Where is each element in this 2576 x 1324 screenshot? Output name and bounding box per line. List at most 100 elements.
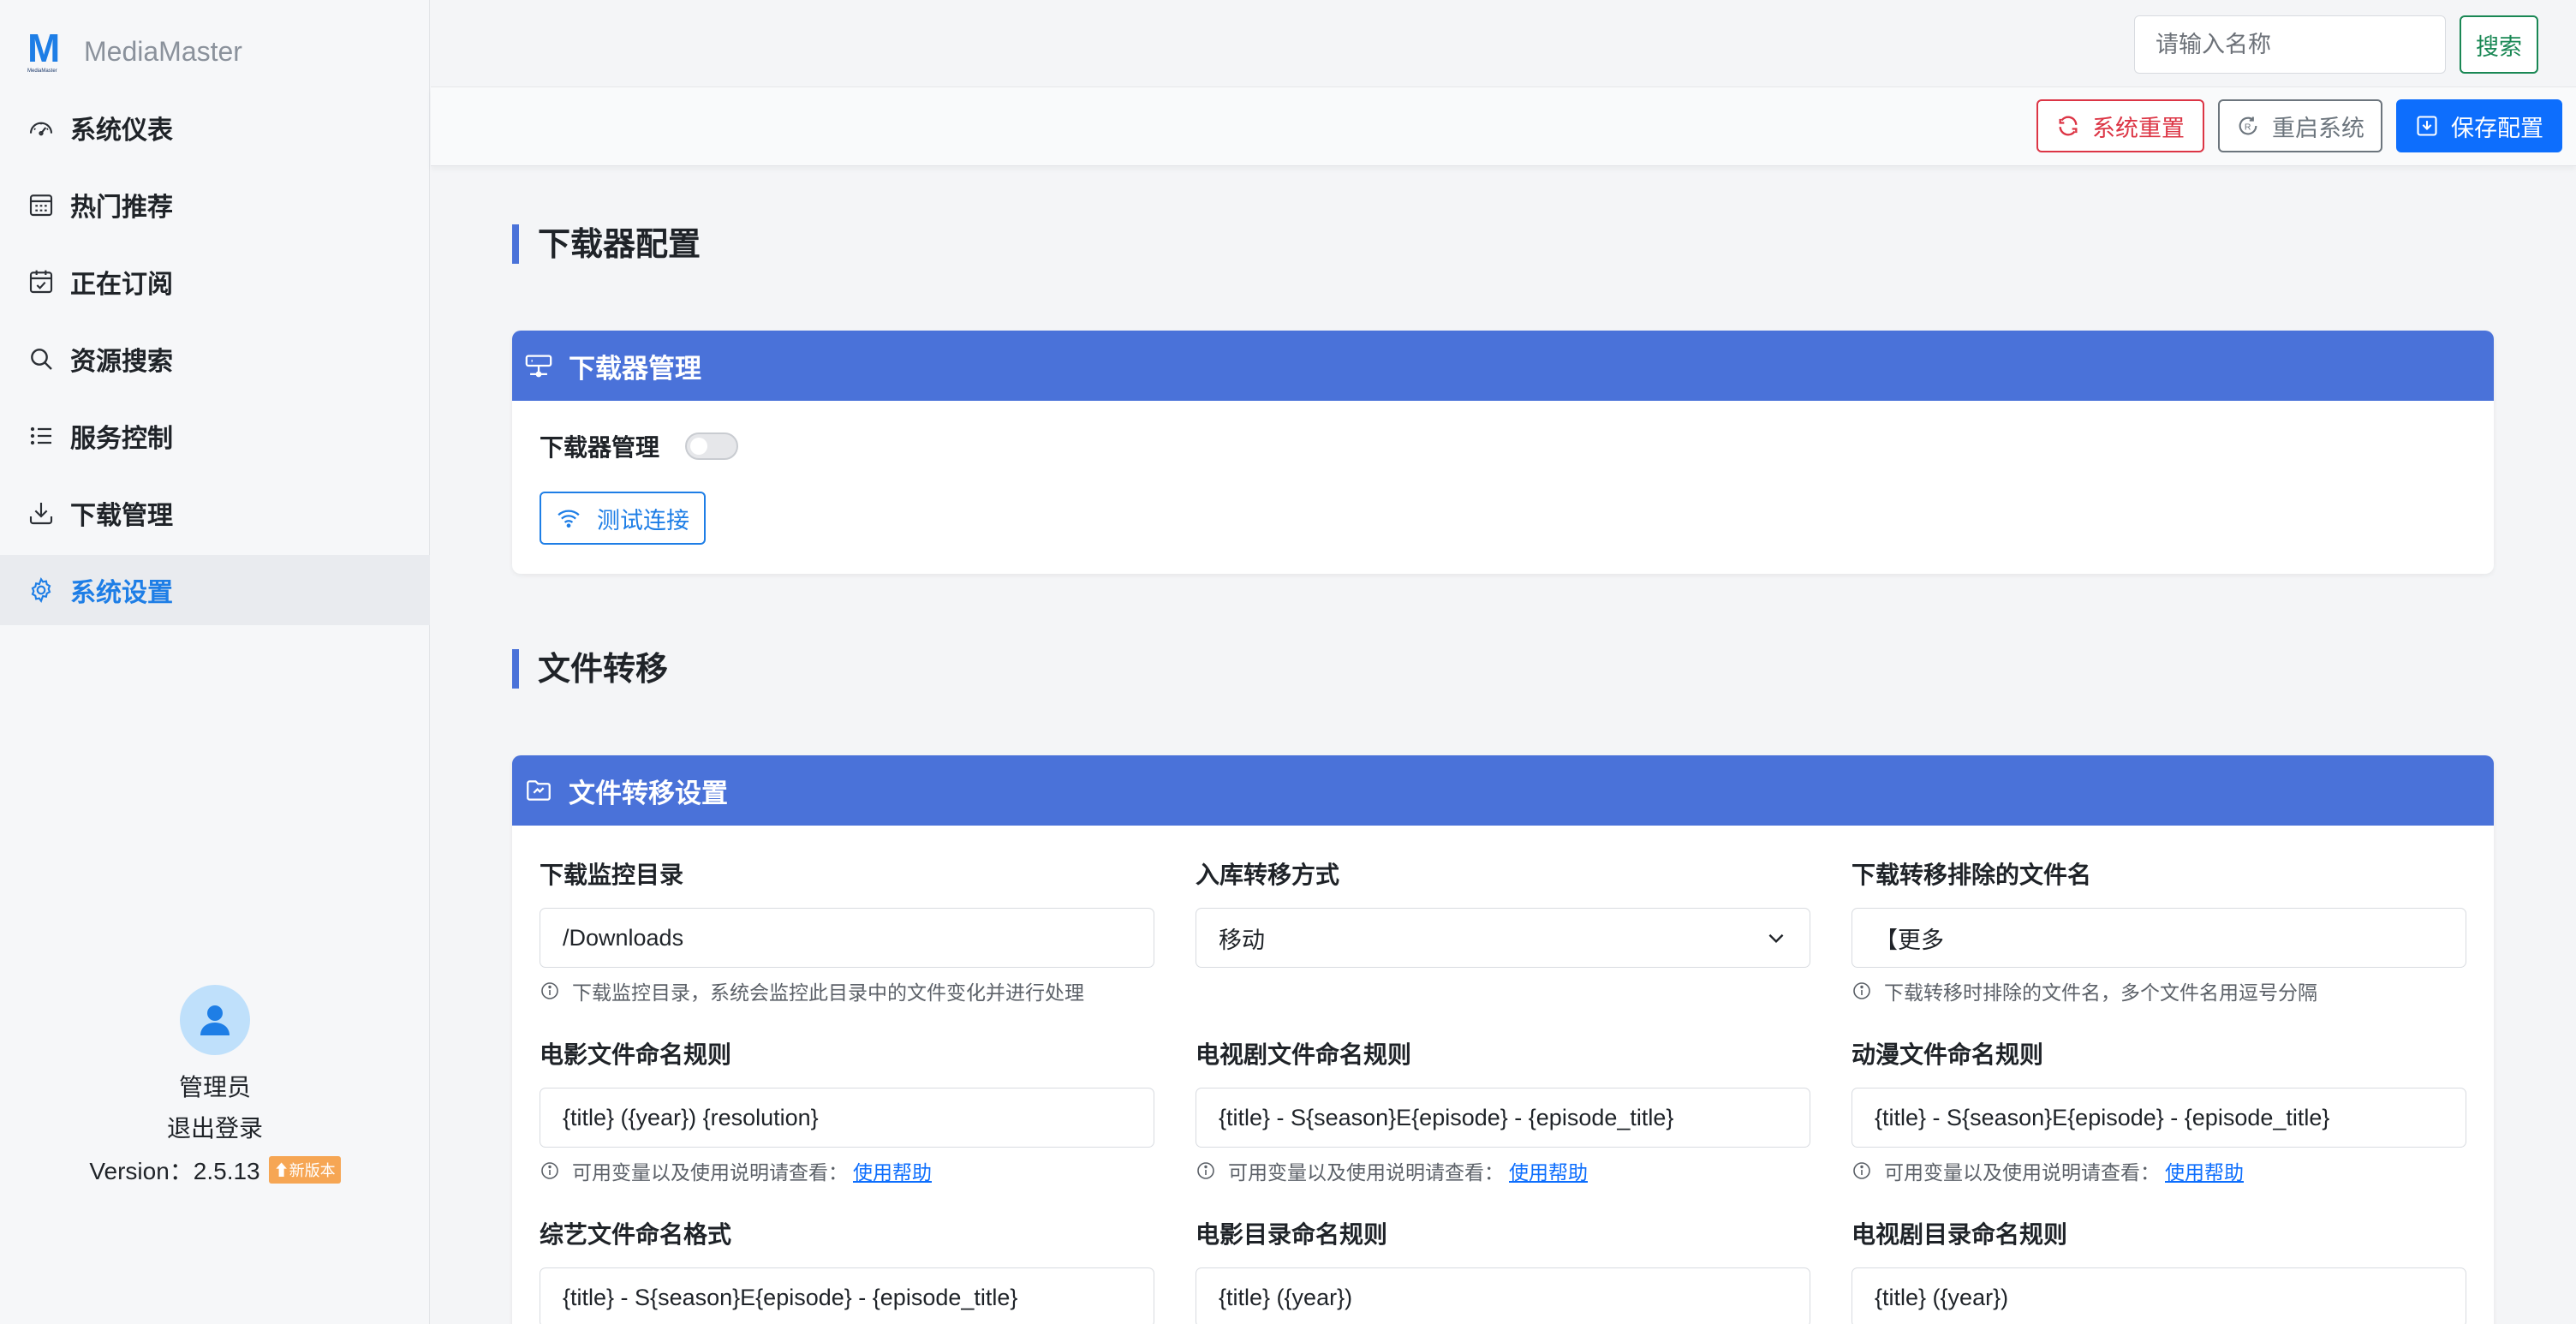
sidebar-item-label: 服务控制 (70, 424, 173, 454)
section-title-transfer: 文件转移 (512, 649, 668, 689)
transfer-card: 文件转移设置 下载监控目录 /Downloads 下载监控目录，系统会监控此目录… (512, 755, 2494, 1324)
tv-file-naming-input[interactable]: {title} - S{season}E{episode} - {episode… (1196, 1088, 1810, 1148)
user-box: 管理员 退出登录 Version：2.5.13 ⬆新版本 (0, 985, 430, 1187)
gear-icon (31, 577, 51, 603)
field-label: 电视剧文件命名规则 (1196, 1041, 1412, 1069)
info-icon (1853, 982, 1870, 999)
restart-system-label: 重启系统 (2272, 115, 2364, 142)
downloader-card-title: 下载器管理 (569, 353, 701, 385)
info-icon (1197, 1162, 1214, 1179)
field-tv-dir-naming: 电视剧目录命名规则 {title} ({year}) (1852, 1218, 2466, 1324)
save-config-button[interactable]: 保存配置 (2396, 99, 2562, 152)
system-reset-label: 系统重置 (2092, 115, 2185, 142)
input-value: {title} - S{season}E{episode} - {episode… (1875, 1104, 2330, 1130)
usage-help-link[interactable]: 使用帮助 (853, 1156, 932, 1185)
sidebar-item-trending[interactable]: 热门推荐 (0, 170, 430, 240)
field-tv-file-naming: 电视剧文件命名规则 {title} - S{season}E{episode} … (1196, 1038, 1810, 1185)
downloader-toggle[interactable] (685, 432, 739, 460)
sidebar-item-dashboard[interactable]: 系统仪表 (0, 92, 430, 163)
field-exclude-filenames: 下载转移排除的文件名 【更多 下载转移时排除的文件名，多个文件名用逗号分隔 (1852, 858, 2466, 1005)
anime-file-naming-input[interactable]: {title} - S{season}E{episode} - {episode… (1852, 1088, 2466, 1148)
sidebar: M MediaMaster MediaMaster 系统仪表 热门推荐 正在订阅… (0, 0, 430, 1324)
user-icon (200, 1005, 230, 1035)
sidebar-item-label: 系统仪表 (70, 116, 173, 146)
field-movie-file-naming: 电影文件命名规则 {title} ({year}) {resolution} 可… (540, 1038, 1154, 1185)
field-help: 下载转移时排除的文件名，多个文件名用逗号分隔 (1852, 976, 2466, 1005)
sidebar-item-downloads[interactable]: 下载管理 (0, 478, 430, 548)
restart-icon: R (2239, 116, 2257, 135)
field-variety-file-naming: 综艺文件命名格式 {title} - S{season}E{episode} -… (540, 1218, 1154, 1324)
sidebar-item-label: 资源搜索 (70, 347, 173, 377)
usage-help-link[interactable]: 使用帮助 (2165, 1156, 2244, 1185)
save-download-icon (2417, 116, 2437, 136)
logout-link[interactable]: 退出登录 (0, 1110, 430, 1144)
app-logo: M MediaMaster (27, 26, 65, 74)
field-label: 电影目录命名规则 (1196, 1220, 1388, 1249)
brand[interactable]: M MediaMaster MediaMaster (27, 24, 242, 79)
downloader-toggle-row: 下载器管理 (540, 429, 739, 463)
movie-file-naming-input[interactable]: {title} ({year}) {resolution} (540, 1088, 1154, 1148)
test-connection-button[interactable]: 测试连接 (540, 492, 706, 545)
system-reset-button[interactable]: 系统重置 (2036, 99, 2204, 152)
exclude-filenames-input[interactable]: 【更多 (1852, 908, 2466, 968)
search-icon (31, 349, 52, 370)
downloader-toggle-label: 下载器管理 (540, 433, 660, 462)
search-button[interactable]: 搜索 (2460, 15, 2538, 74)
save-config-label: 保存配置 (2451, 115, 2543, 142)
section-title-downloader: 下载器配置 (512, 224, 701, 264)
field-help: 下载监控目录，系统会监控此目录中的文件变化并进行处理 (540, 976, 1154, 1005)
sidebar-item-services[interactable]: 服务控制 (0, 401, 430, 471)
help-text: 可用变量以及使用说明请查看： (1884, 1162, 2160, 1184)
help-text: 下载转移时排除的文件名，多个文件名用逗号分隔 (1884, 982, 2317, 1005)
field-download-monitor-dir: 下载监控目录 /Downloads 下载监控目录，系统会监控此目录中的文件变化并… (540, 858, 1154, 1005)
list-icon (30, 426, 51, 445)
variety-file-naming-input[interactable]: {title} - S{season}E{episode} - {episode… (540, 1267, 1154, 1324)
help-text: 可用变量以及使用说明请查看： (1228, 1162, 1504, 1184)
arrow-up-icon: ⬆ (273, 1162, 289, 1179)
select-value: 移动 (1219, 927, 1265, 953)
avatar[interactable] (180, 985, 250, 1055)
movie-dir-naming-input[interactable]: {title} ({year}) (1196, 1267, 1810, 1324)
logo-letter: M (27, 26, 60, 70)
tv-dir-naming-input[interactable]: {title} ({year}) (1852, 1267, 2466, 1324)
help-text: 可用变量以及使用说明请查看： (572, 1162, 848, 1184)
field-label: 电影文件命名规则 (540, 1041, 732, 1069)
field-help: 可用变量以及使用说明请查看： 使用帮助 (540, 1156, 1154, 1185)
field-help: 可用变量以及使用说明请查看： 使用帮助 (1196, 1156, 1810, 1185)
field-transfer-mode: 入库转移方式 移动 (1196, 858, 1810, 968)
transfer-card-header: 文件转移设置 (512, 755, 2494, 826)
refresh-icon (2059, 116, 2078, 136)
sidebar-item-label: 正在订阅 (70, 270, 173, 300)
calendar-check-icon (29, 270, 53, 294)
usage-help-link[interactable]: 使用帮助 (1509, 1156, 1588, 1185)
sidebar-item-label: 系统设置 (70, 578, 173, 608)
sidebar-item-subscriptions[interactable]: 正在订阅 (0, 247, 430, 317)
input-value: {title} ({year}) (1875, 1284, 2009, 1310)
field-label: 综艺文件命名格式 (540, 1220, 732, 1249)
field-help: 可用变量以及使用说明请查看： 使用帮助 (1852, 1156, 2466, 1185)
new-version-badge[interactable]: ⬆新版本 (268, 1156, 341, 1184)
download-icon (29, 503, 53, 525)
new-version-badge-label: 新版本 (289, 1162, 336, 1179)
sidebar-item-search[interactable]: 资源搜索 (0, 324, 430, 394)
user-name: 管理员 (178, 1073, 251, 1101)
field-label: 下载监控目录 (540, 861, 684, 889)
transfer-mode-select[interactable]: 移动 (1196, 908, 1810, 968)
field-label: 入库转移方式 (1196, 861, 1340, 889)
info-icon (541, 982, 558, 999)
search-input[interactable] (2134, 15, 2446, 74)
test-connection-label: 测试连接 (597, 507, 689, 534)
input-value: {title} - S{season}E{episode} - {episode… (563, 1284, 1018, 1310)
downloader-icon (525, 355, 552, 378)
input-value: 【更多 (1875, 927, 1944, 953)
download-monitor-dir-input[interactable]: /Downloads (540, 908, 1154, 968)
sidebar-item-settings[interactable]: 系统设置 (0, 555, 430, 625)
dashboard-icon (29, 122, 53, 136)
sidebar-nav: 系统仪表 热门推荐 正在订阅 资源搜索 服务控制 下载管理 系统设置 (0, 92, 430, 632)
field-label: 动漫文件命名规则 (1852, 1041, 2044, 1069)
field-label: 电视剧目录命名规则 (1852, 1220, 2068, 1249)
info-icon (1853, 1162, 1870, 1179)
restart-system-button[interactable]: R 重启系统 (2218, 99, 2382, 152)
downloader-card-header: 下载器管理 (512, 331, 2494, 401)
input-value: {title} ({year}) (1219, 1284, 1353, 1310)
